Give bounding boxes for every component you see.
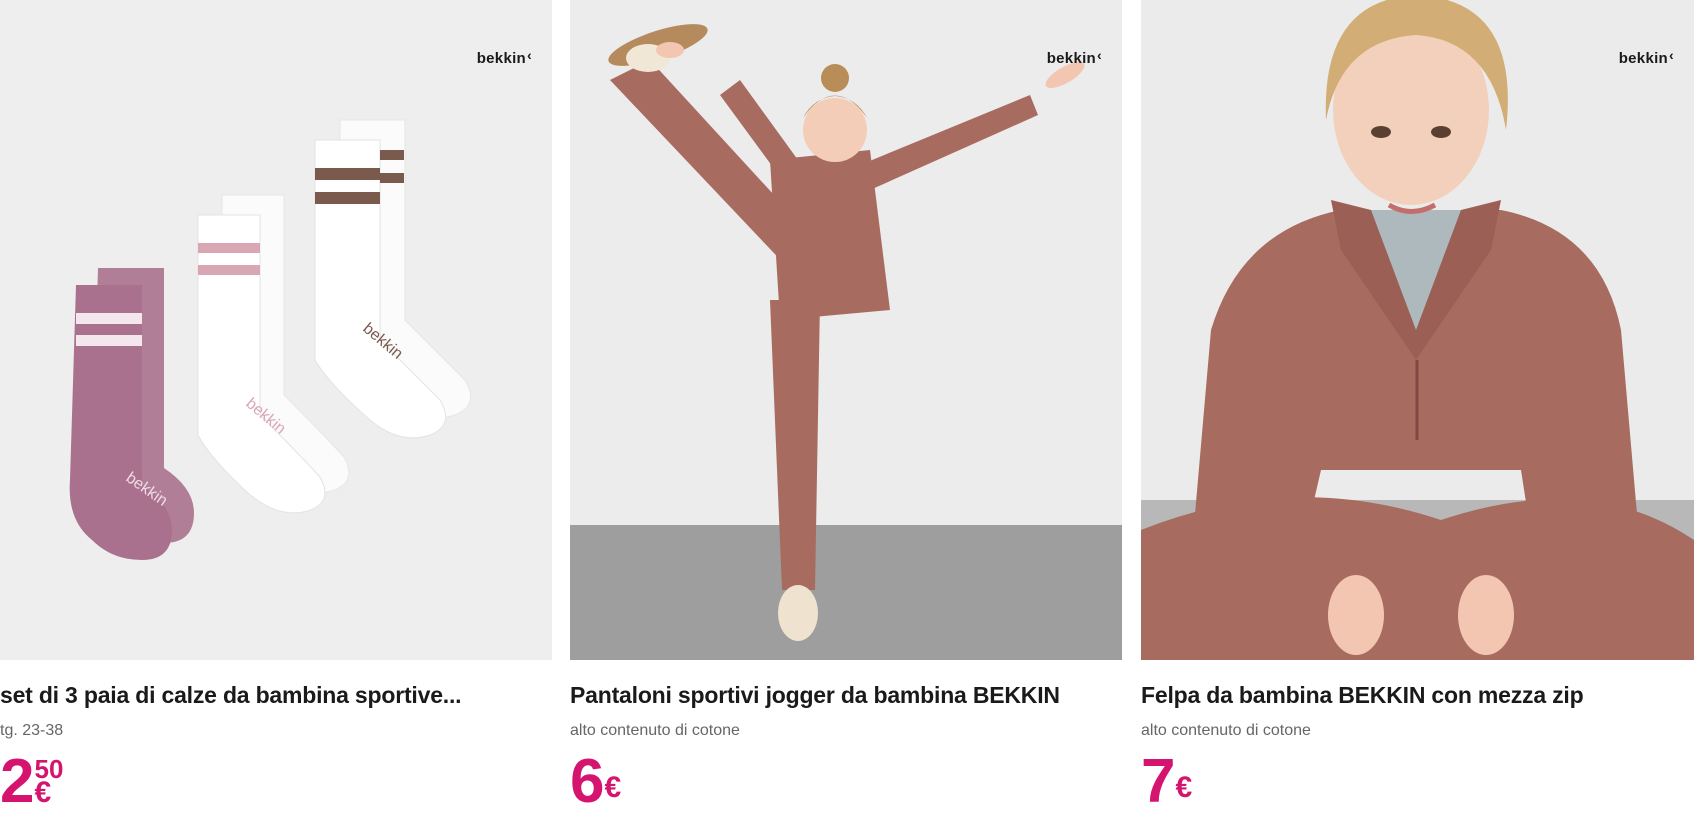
price-integer: 2 [0, 747, 35, 816]
brand-logo: bekkin [1047, 50, 1102, 67]
girl-sweatshirt-image [1141, 0, 1694, 660]
product-card[interactable]: bekkin Felpa da bambina BEKKIN con mezza… [1141, 0, 1694, 813]
price-currency: € [604, 771, 622, 804]
brand-logo: bekkin [1619, 50, 1674, 67]
product-subtitle: alto contenuto di cotone [1141, 722, 1311, 739]
product-subtitle: alto contenuto di cotone [570, 722, 740, 739]
brand-logo: bekkin [477, 50, 532, 67]
product-title[interactable]: set di 3 paia di calze da bambina sporti… [0, 682, 552, 709]
product-image[interactable]: bekkin bekkin bekkin bekkin [0, 0, 552, 660]
product-grid: bekkin bekkin bekkin bekkin set di 3 pai… [0, 0, 1694, 813]
product-title[interactable]: Felpa da bambina BEKKIN con mezza zip [1141, 682, 1694, 709]
price-integer: 6 [570, 747, 605, 816]
socks-image: bekkin bekkin bekkin [0, 0, 552, 660]
product-card[interactable]: bekkin bekkin bekkin bekkin set di 3 pai… [0, 0, 552, 813]
product-image[interactable]: bekkin [570, 0, 1122, 660]
product-price: 2 50 € [0, 747, 63, 816]
price-currency: € [1175, 771, 1193, 804]
product-price: 6 € [570, 747, 622, 816]
price-integer: 7 [1141, 747, 1176, 816]
product-subtitle: tg. 23-38 [0, 722, 64, 739]
girl-stretching-image [570, 0, 1122, 660]
product-price: 7 € [1141, 747, 1193, 816]
product-card[interactable]: bekkin Pantaloni sportivi jogger da bamb… [570, 0, 1122, 813]
product-title[interactable]: Pantaloni sportivi jogger da bambina BEK… [570, 682, 1122, 709]
product-image[interactable]: bekkin [1141, 0, 1694, 660]
